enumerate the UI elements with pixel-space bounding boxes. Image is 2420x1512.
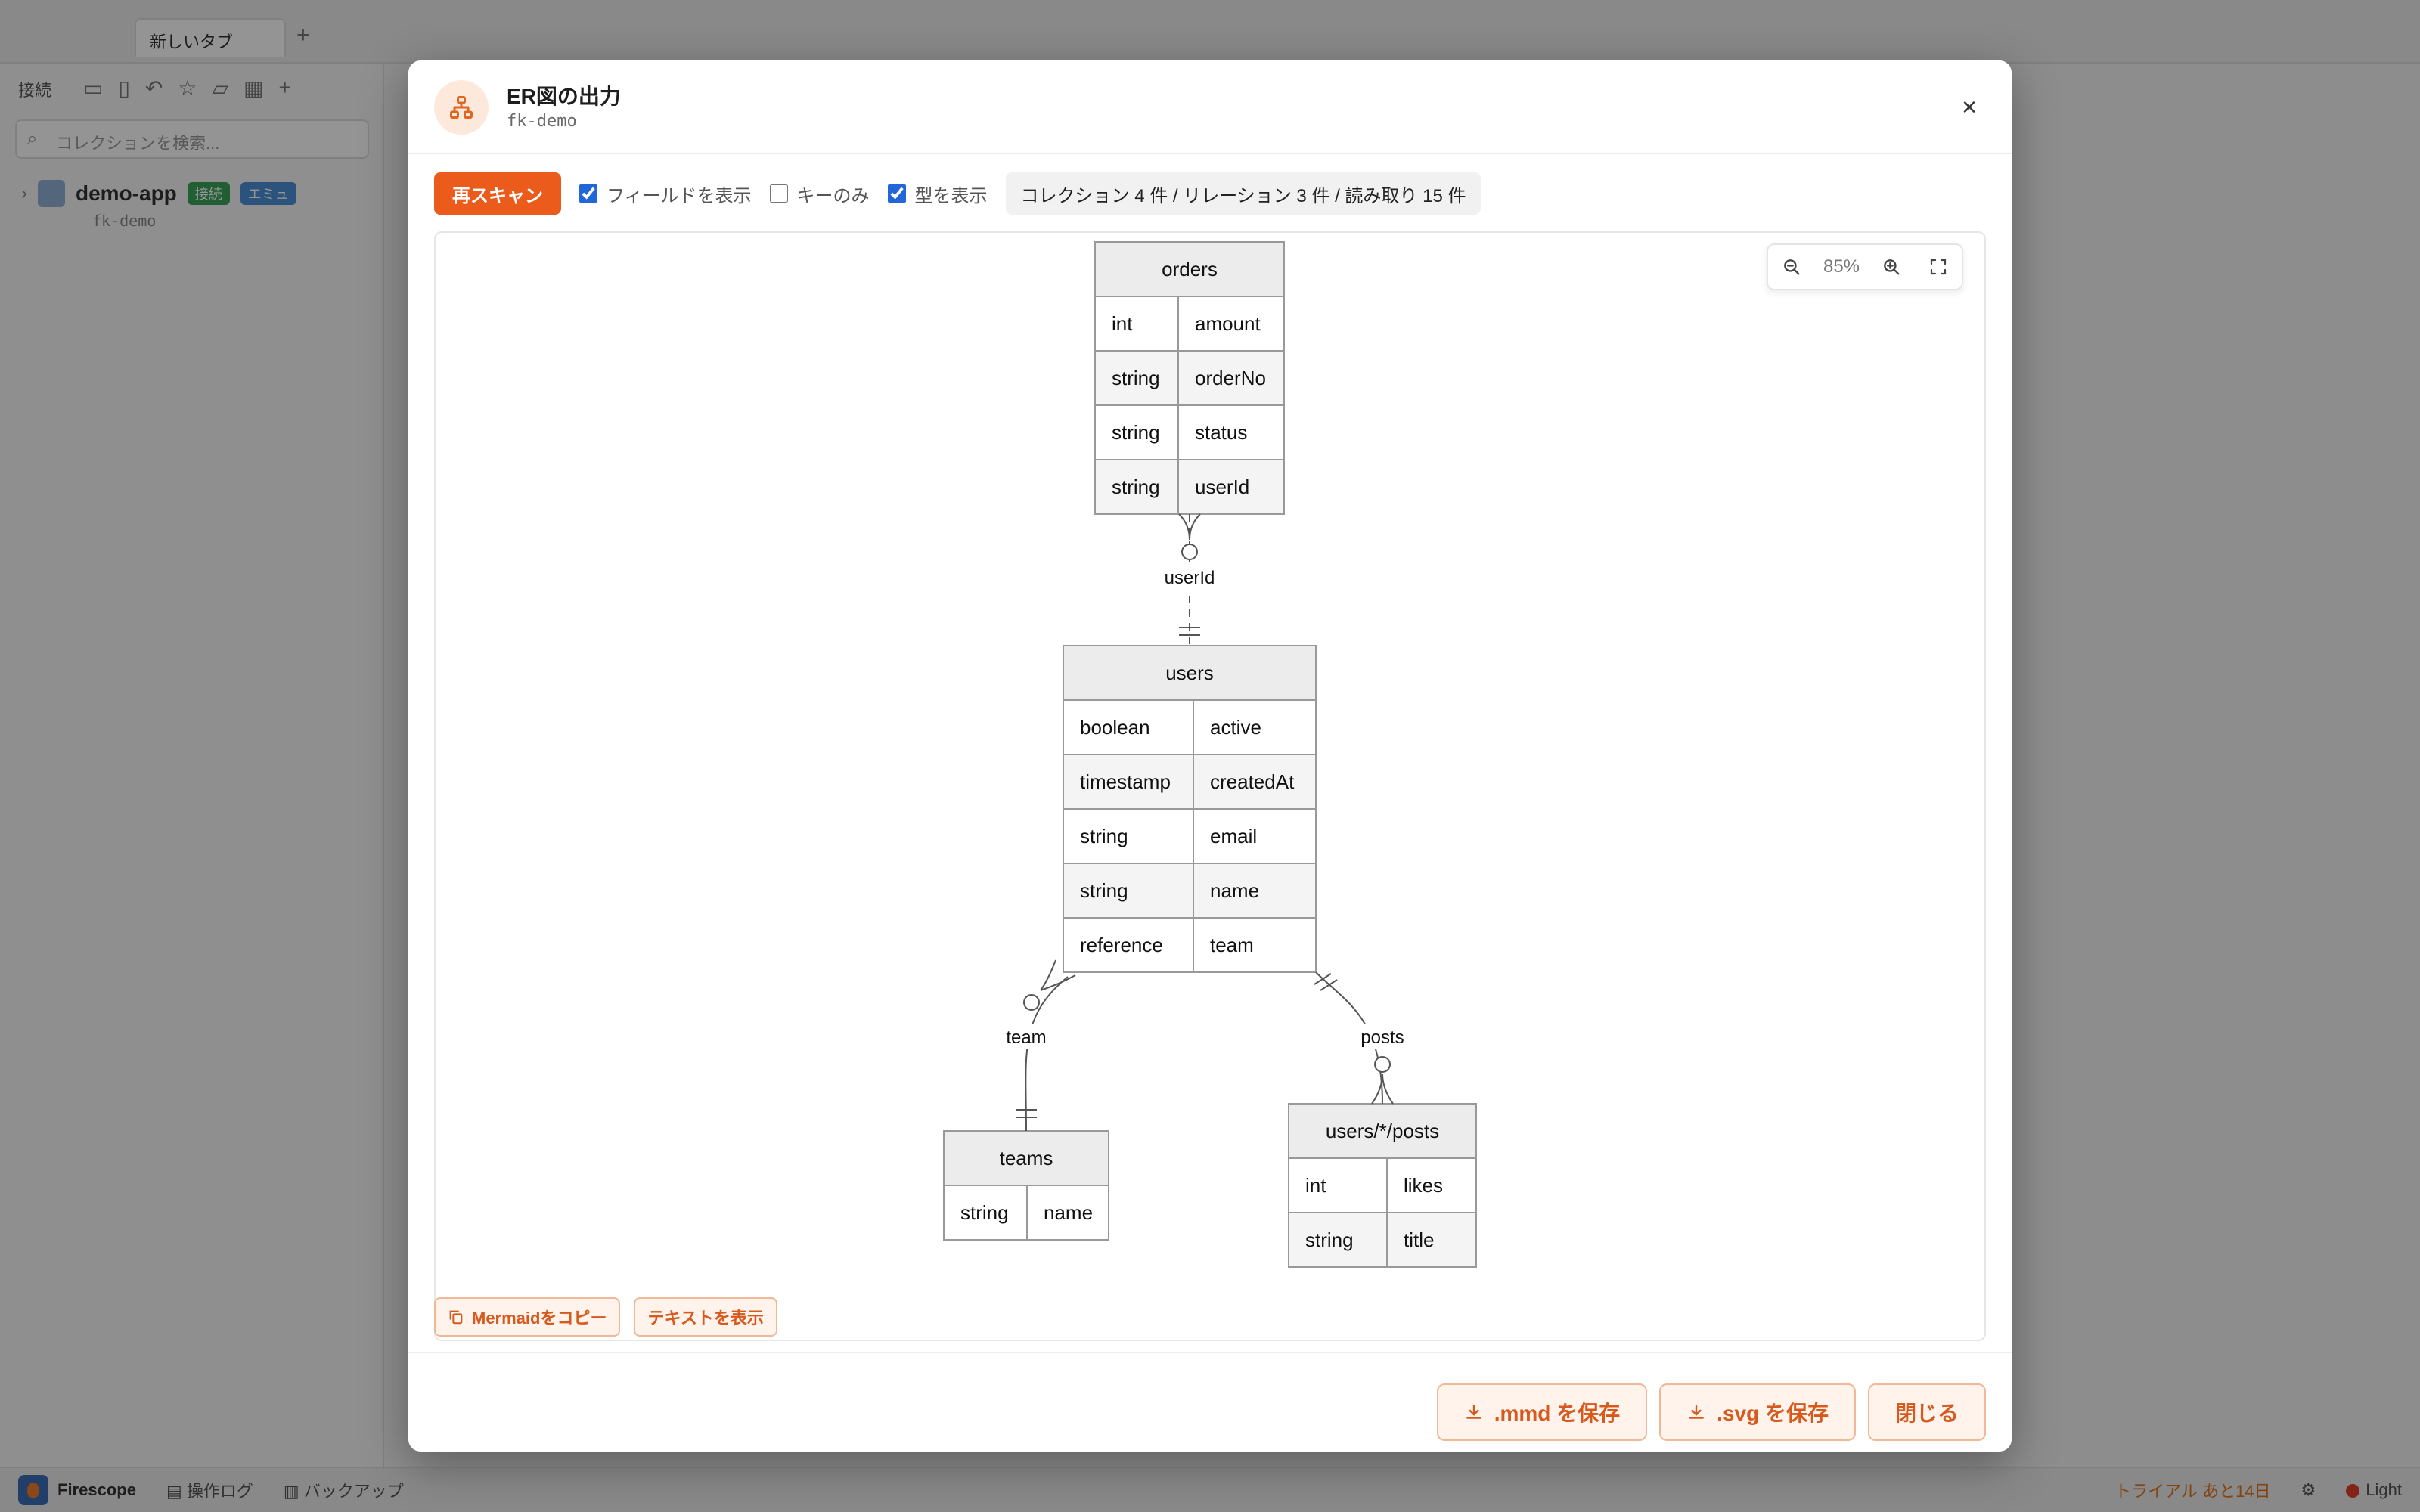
dialog-toolbar: 再スキャン フィールドを表示 キーのみ 型を表示 コレクション 4 件 / リレ… (434, 172, 1481, 215)
field-name: likes (1404, 1174, 1443, 1197)
save-svg-button[interactable]: .svg を保存 (1659, 1383, 1856, 1441)
entity-name-orders: orders (1162, 258, 1218, 280)
dialog-title: ER図の出力 (507, 85, 621, 108)
field-type: string (1112, 367, 1160, 389)
show-fields-input[interactable] (579, 184, 597, 203)
field-type: string (1112, 421, 1160, 444)
er-diagram: orders int amount string orderNo string status… (943, 241, 1477, 1268)
keys-only-checkbox[interactable]: キーのみ (769, 181, 870, 207)
field-name: status (1195, 421, 1247, 444)
save-mmd-label: .mmd を保存 (1494, 1402, 1621, 1425)
field-name: team (1210, 934, 1254, 956)
entity-name-teams: teams (1000, 1147, 1053, 1170)
field-name: name (1044, 1201, 1093, 1224)
field-name: orderNo (1195, 367, 1266, 389)
footer-buttons: .mmd を保存 .svg を保存 閉じる (1436, 1383, 1986, 1441)
field-name: active (1210, 716, 1261, 739)
dialog-subtitle: fk-demo (507, 112, 577, 131)
field-type-cell (1288, 1157, 1388, 1213)
relation-label-team: team (1006, 1027, 1046, 1048)
download-icon (1689, 1405, 1705, 1419)
field-type-cell (1094, 296, 1179, 352)
zoom-level: 85% (1823, 256, 1860, 277)
diagram-icon (434, 80, 489, 135)
zero-marker (1023, 994, 1040, 1011)
show-fields-checkbox[interactable]: フィールドを表示 (579, 181, 752, 207)
field-name: email (1210, 825, 1257, 847)
field-type: string (960, 1201, 1009, 1224)
field-type: string (1080, 825, 1128, 847)
field-type: string (1305, 1228, 1354, 1251)
keys-only-label: キーのみ (796, 185, 870, 206)
show-fields-label: フィールドを表示 (607, 185, 752, 206)
field-name: title (1404, 1228, 1434, 1251)
keys-only-input[interactable] (769, 184, 788, 203)
field-type: reference (1080, 934, 1163, 956)
er-diagram-export-dialog: ER図の出力 fk-demo × 再スキャン フィールドを表示 キーのみ 型を表… (408, 60, 2012, 1452)
show-types-checkbox[interactable]: 型を表示 (887, 181, 988, 207)
field-name: userId (1195, 476, 1249, 498)
zero-marker (1374, 1056, 1391, 1073)
close-icon[interactable]: × (1951, 89, 1987, 125)
relation-label-posts: posts (1360, 1027, 1404, 1048)
diagram-canvas[interactable]: orders int amount string orderNo string status… (434, 231, 1986, 1341)
field-type: boolean (1080, 716, 1150, 739)
zoom-in-icon[interactable] (1876, 252, 1907, 282)
download-icon (1466, 1405, 1481, 1419)
copy-mermaid-label: Mermaidをコピー (472, 1309, 607, 1328)
entity-name-users-posts: users/*/posts (1326, 1120, 1439, 1142)
show-types-label: 型を表示 (914, 185, 988, 206)
field-type: int (1305, 1174, 1326, 1197)
dialog-header: ER図の出力 fk-demo × (408, 60, 2012, 154)
rescan-button[interactable]: 再スキャン (434, 172, 561, 215)
close-button[interactable]: 閉じる (1867, 1383, 1986, 1441)
dialog-footer: .mmd を保存 .svg を保存 閉じる (408, 1352, 2012, 1452)
field-type: string (1080, 879, 1128, 902)
field-type: int (1112, 312, 1133, 335)
field-type: timestamp (1080, 770, 1171, 793)
show-text-button[interactable]: テキストを表示 (634, 1297, 777, 1337)
copy-mermaid-button[interactable]: Mermaidをコピー (434, 1297, 621, 1337)
field-name: createdAt (1210, 770, 1295, 793)
show-types-input[interactable] (887, 184, 906, 203)
entity-name-users: users (1165, 662, 1214, 684)
copy-icon (449, 1310, 463, 1325)
field-type: string (1112, 476, 1160, 498)
show-text-label: テキストを表示 (647, 1309, 764, 1328)
scan-summary: コレクション 4 件 / リレーション 3 件 / 読み取り 15 件 (1005, 172, 1481, 215)
save-mmd-button[interactable]: .mmd を保存 (1436, 1383, 1648, 1441)
save-svg-label: .svg を保存 (1717, 1402, 1829, 1425)
field-name: name (1210, 879, 1259, 902)
fit-screen-icon[interactable] (1923, 252, 1953, 282)
zero-marker (1181, 544, 1198, 560)
zoom-out-icon[interactable] (1776, 252, 1807, 282)
field-name: amount (1195, 312, 1261, 335)
relation-label-userId: userId (1165, 568, 1215, 588)
zoom-controls: 85% (1767, 243, 1963, 290)
diagram-actions: Mermaidをコピー テキストを表示 (434, 1297, 777, 1337)
